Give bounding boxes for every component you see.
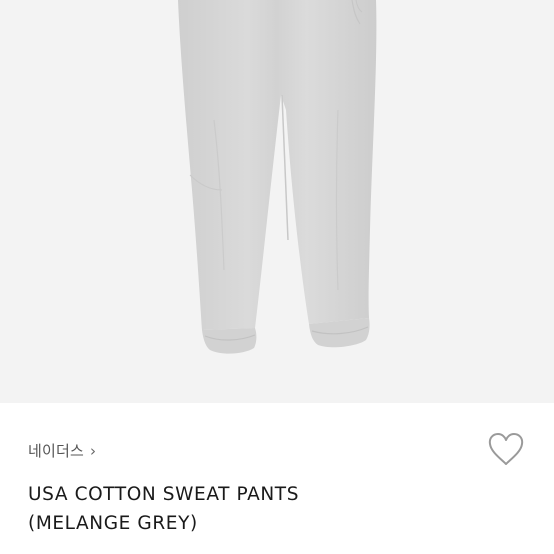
product-title: USA COTTON SWEAT PANTS (MELANGE GREY) [28, 484, 300, 534]
sweat-pants-photo [0, 0, 554, 403]
wishlist-button[interactable] [487, 432, 525, 468]
heart-outline-icon [488, 433, 524, 465]
chevron-right-icon: › [90, 441, 97, 460]
brand-link[interactable]: 네이더스 › [28, 440, 96, 461]
product-detail-screen: 네이더스 › USA COTTON SWEAT PANTS (MELANGE G… [0, 0, 554, 554]
product-image[interactable] [0, 0, 554, 403]
brand-name: 네이더스 [28, 442, 85, 460]
